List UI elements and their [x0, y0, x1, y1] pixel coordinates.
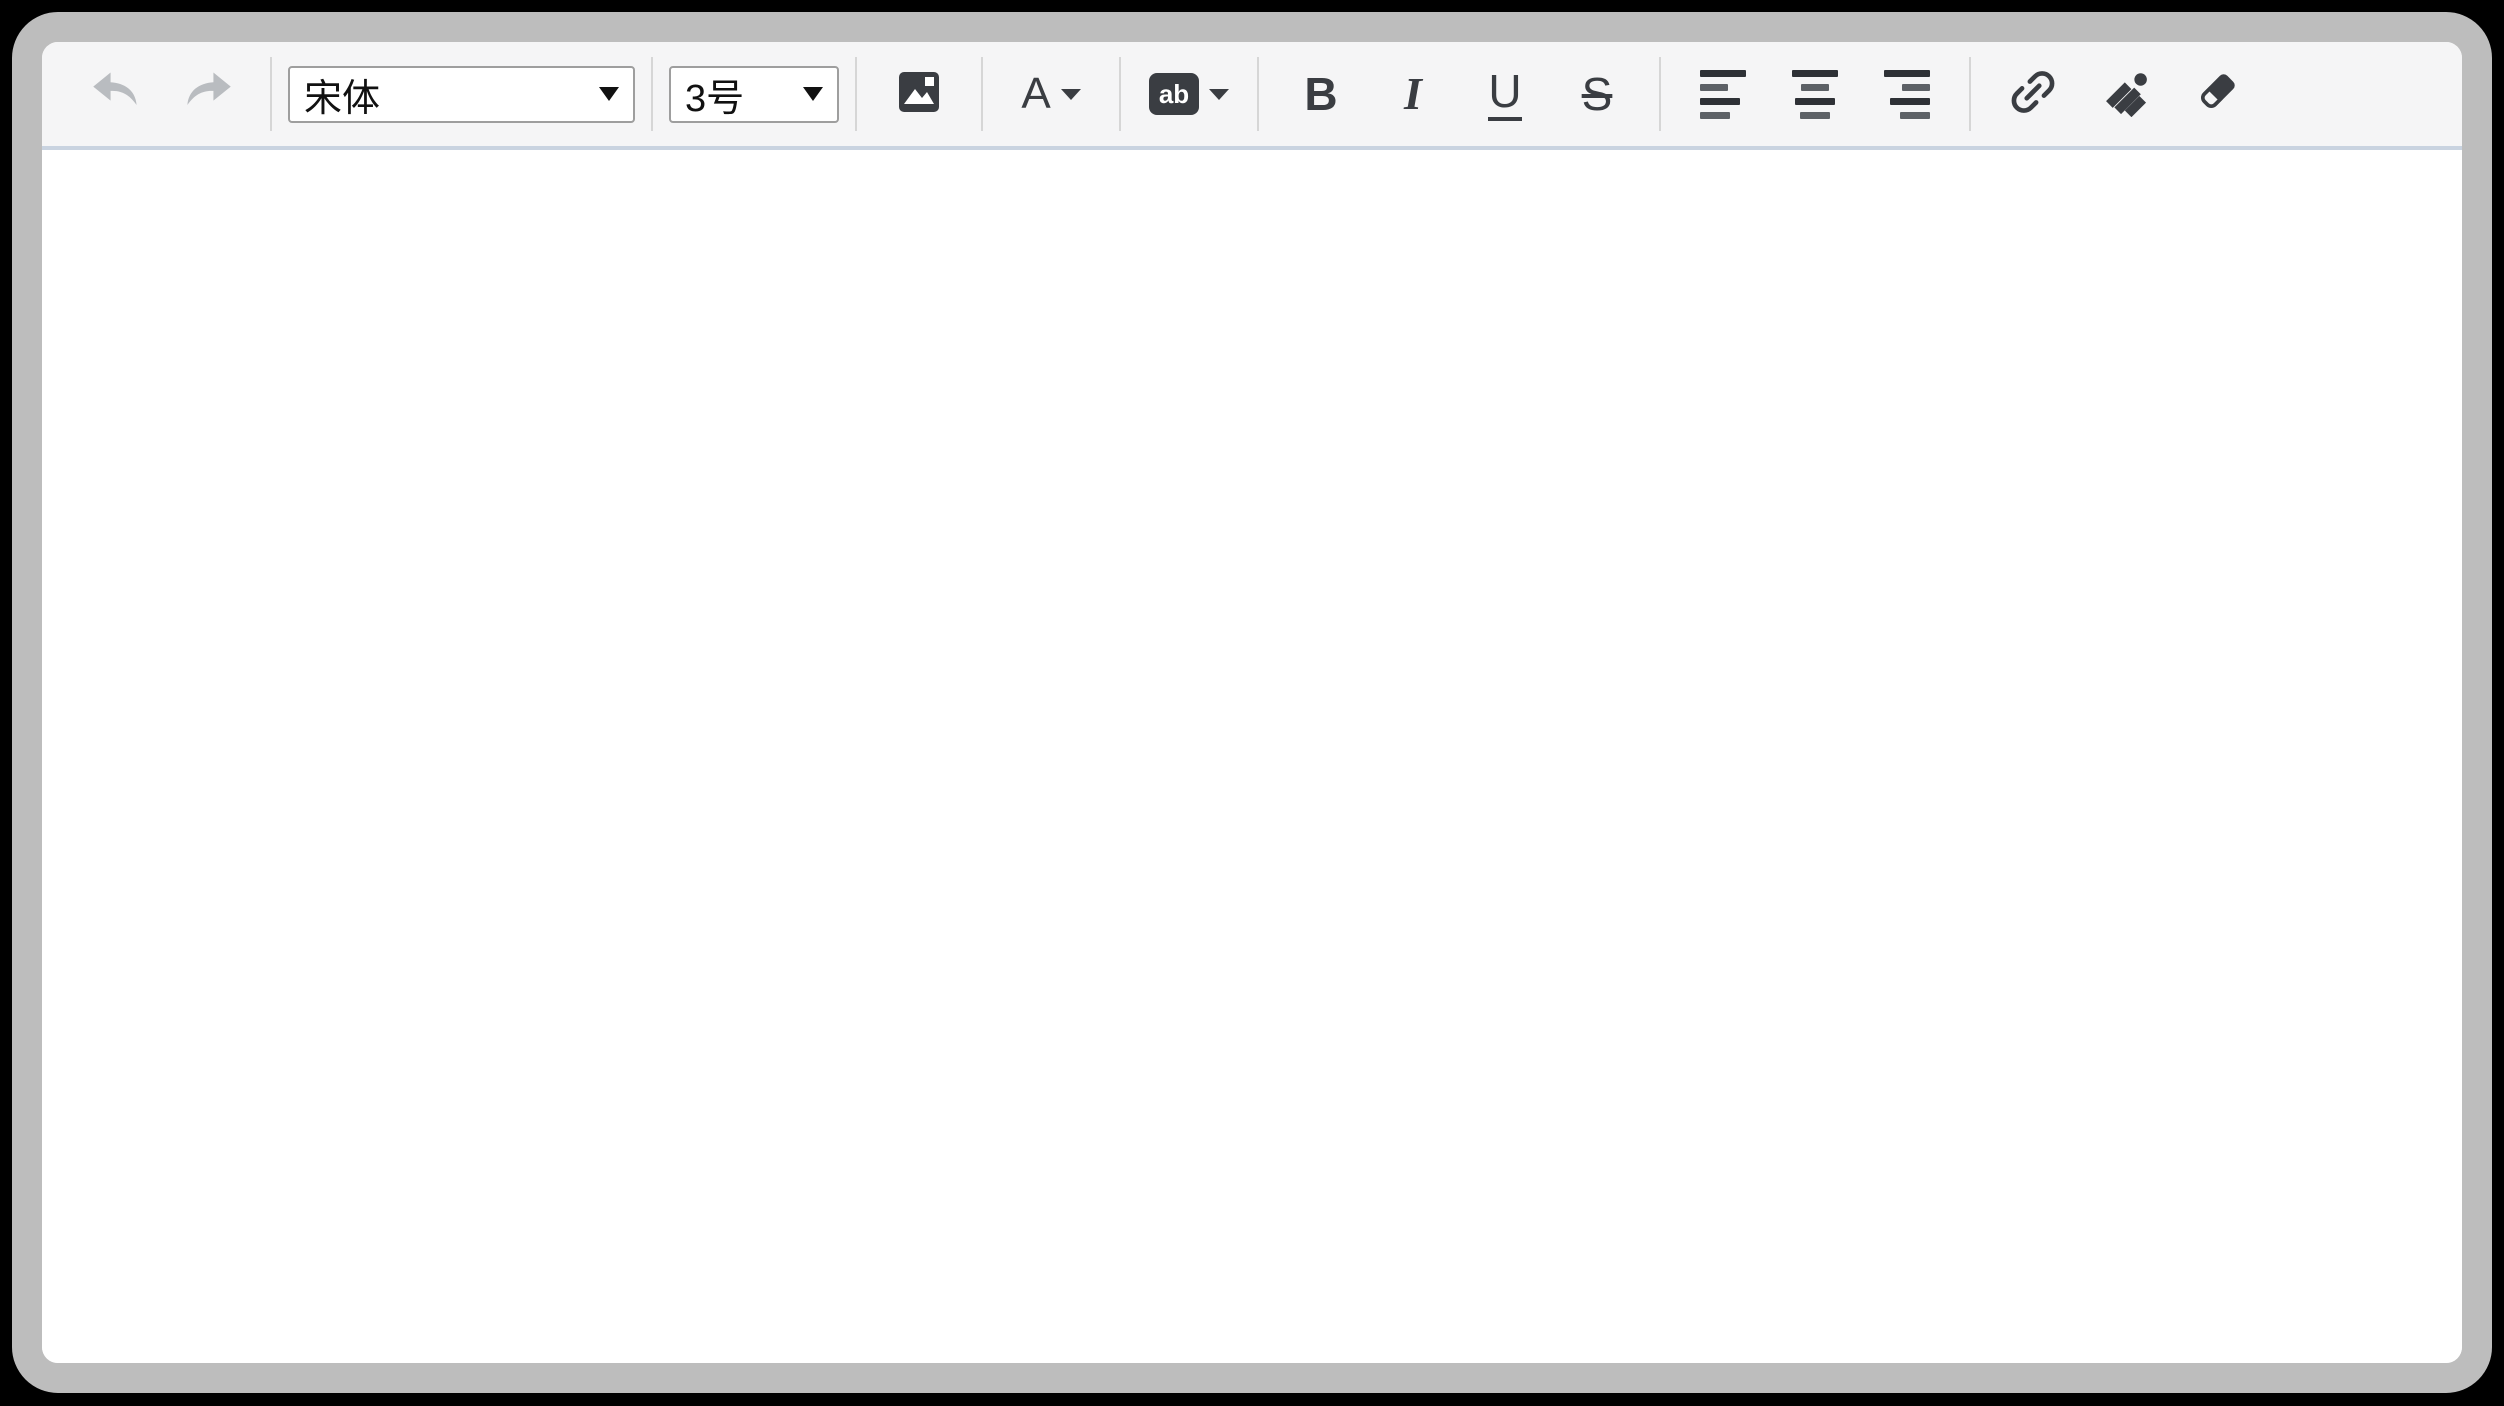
toolbar-divider [270, 57, 272, 131]
bold-button[interactable]: B [1275, 52, 1367, 136]
align-center-icon [1792, 70, 1838, 119]
align-left-icon [1700, 70, 1746, 119]
toolbar-divider [1969, 57, 1971, 131]
align-right-icon [1884, 70, 1930, 119]
align-right-button[interactable] [1861, 52, 1953, 136]
strikethrough-button[interactable]: S [1551, 52, 1643, 136]
highlight-color-button[interactable]: ab [1137, 52, 1241, 136]
rich-text-editor-window: 宋体 3号 A [12, 12, 2492, 1393]
editor-toolbar: 宋体 3号 A [42, 42, 2462, 150]
underline-button[interactable]: U [1459, 52, 1551, 136]
font-size-value: 3号 [685, 67, 791, 122]
undo-icon [90, 70, 142, 119]
undo-button[interactable] [70, 52, 162, 136]
dropdown-caret-icon [599, 87, 619, 101]
toolbar-divider [855, 57, 857, 131]
eraser-icon [2192, 67, 2242, 122]
dropdown-caret-icon [1209, 89, 1229, 100]
toolbar-divider [1257, 57, 1259, 131]
format-brush-button[interactable] [2079, 52, 2171, 136]
font-color-button[interactable]: A [999, 52, 1103, 136]
insert-link-button[interactable] [1987, 52, 2079, 136]
image-icon [895, 68, 943, 121]
italic-icon: I [1404, 71, 1422, 117]
insert-image-button[interactable] [873, 52, 965, 136]
dropdown-caret-icon [1061, 89, 1081, 100]
italic-button[interactable]: I [1367, 52, 1459, 136]
clear-format-button[interactable] [2171, 52, 2263, 136]
brush-icon [2100, 67, 2150, 122]
toolbar-divider [1659, 57, 1661, 131]
toolbar-divider [651, 57, 653, 131]
bold-icon: B [1304, 71, 1337, 117]
font-family-value: 宋体 [304, 67, 587, 122]
toolbar-divider [981, 57, 983, 131]
align-left-button[interactable] [1677, 52, 1769, 136]
redo-button[interactable] [162, 52, 254, 136]
font-family-select[interactable]: 宋体 [288, 66, 635, 123]
underline-icon: U [1488, 68, 1521, 121]
redo-icon [182, 70, 234, 119]
dropdown-caret-icon [803, 87, 823, 101]
strikethrough-icon: S [1582, 71, 1613, 117]
font-color-icon: A [1021, 72, 1050, 116]
link-icon [2008, 67, 2058, 122]
align-center-button[interactable] [1769, 52, 1861, 136]
editor-content[interactable] [42, 150, 2462, 1363]
highlight-icon: ab [1149, 73, 1199, 115]
font-size-select[interactable]: 3号 [669, 66, 839, 123]
toolbar-divider [1119, 57, 1121, 131]
